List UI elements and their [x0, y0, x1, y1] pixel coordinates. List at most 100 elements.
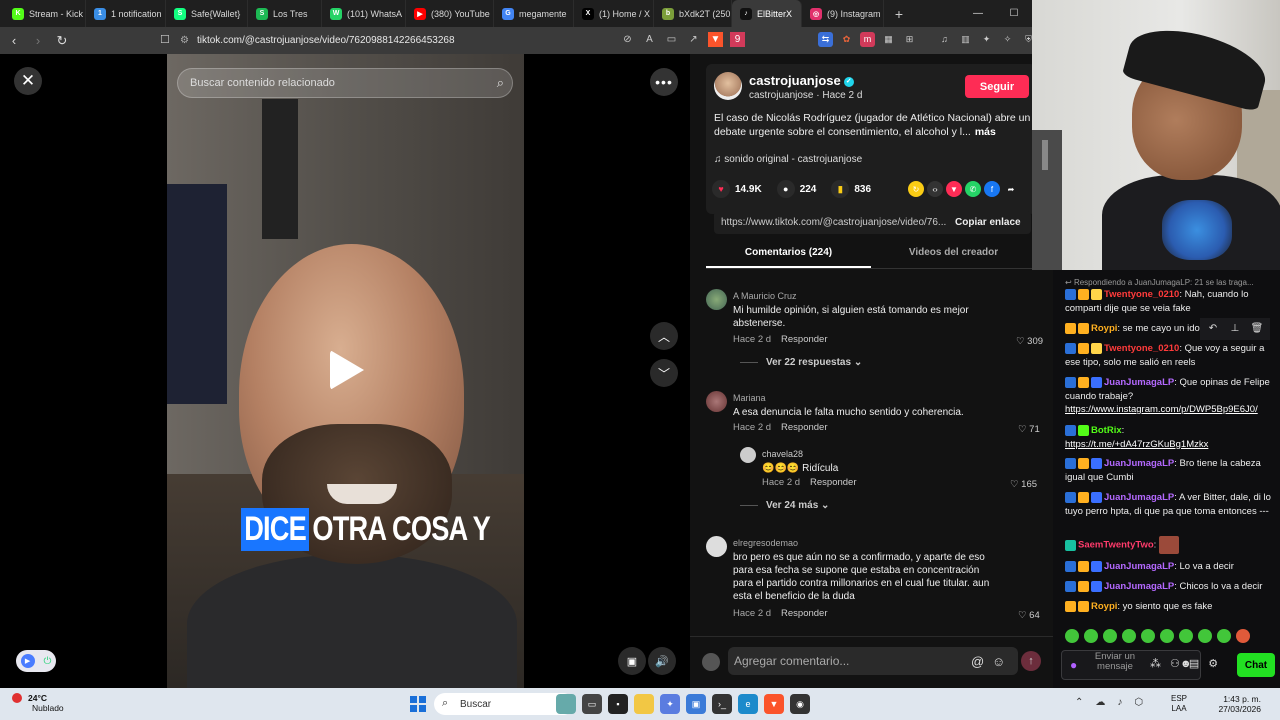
facebook-icon[interactable]: f: [984, 181, 1000, 197]
back-icon[interactable]: ‹: [4, 33, 24, 48]
tab-comments[interactable]: Comentarios (224): [706, 247, 871, 268]
more-link[interactable]: más: [975, 126, 996, 138]
emote-icon[interactable]: [1141, 629, 1155, 643]
browser-tab[interactable]: K Stream - Kick: [4, 0, 86, 27]
translate-icon[interactable]: A: [642, 32, 657, 47]
commenter-avatar[interactable]: [706, 391, 727, 412]
chat-link[interactable]: https://www.instagram.com/p/DWP5Bp9E6J0/: [1065, 404, 1258, 415]
commenter-name[interactable]: chavela28: [762, 449, 803, 459]
edge-icon[interactable]: e: [738, 694, 758, 714]
emote-icon[interactable]: [1065, 629, 1079, 643]
browser-tab[interactable]: S Los Tres: [248, 0, 322, 27]
no-tracking-icon[interactable]: ⊘: [620, 32, 635, 47]
commenter-name[interactable]: Mariana: [733, 393, 766, 403]
emote-icon[interactable]: [1084, 629, 1098, 643]
whatsapp-icon[interactable]: ✆: [965, 181, 981, 197]
console-icon[interactable]: ›_: [712, 694, 732, 714]
extension-icon[interactable]: ▦: [881, 32, 896, 47]
floating-app-toggle[interactable]: ▶ ⏻: [16, 650, 56, 672]
chat-username[interactable]: Roypi: [1091, 323, 1117, 334]
pin-icon[interactable]: ⊥: [1226, 320, 1244, 338]
previous-video-icon[interactable]: ︿: [650, 322, 678, 350]
comment-input[interactable]: Agregar comentario... @ ☺: [728, 647, 1018, 675]
chat-username[interactable]: Roypi: [1091, 601, 1117, 612]
brave-shield-icon[interactable]: ▼: [708, 32, 723, 47]
users-icon[interactable]: ⚇: [1170, 657, 1180, 670]
save-button[interactable]: ▮ 836: [831, 180, 871, 198]
tab-creator-videos[interactable]: Videos del creador: [871, 247, 1036, 268]
browser-tab[interactable]: ◎ (9) Instagram: [802, 0, 884, 27]
close-icon[interactable]: ✕: [14, 67, 42, 95]
brave-icon[interactable]: ▼: [764, 694, 784, 714]
extension-icon[interactable]: ♫: [937, 32, 952, 47]
next-video-icon[interactable]: ﹀: [650, 359, 678, 387]
new-tab-icon[interactable]: +: [888, 6, 910, 22]
chat-username[interactable]: JuanJumagaLP: [1104, 561, 1174, 572]
microphone-icon[interactable]: ●: [1070, 658, 1082, 672]
share-url[interactable]: https://www.tiktok.com/@castrojuanjose/v…: [714, 217, 949, 228]
share-icon[interactable]: ↗: [686, 32, 701, 47]
repost-icon[interactable]: ↻: [908, 181, 924, 197]
comment-button[interactable]: ● 224: [776, 180, 816, 198]
volume-icon[interactable]: 🔊: [648, 647, 676, 675]
reload-icon[interactable]: ↻: [52, 33, 72, 49]
tray-icon[interactable]: ⬡: [1134, 697, 1143, 708]
commenter-avatar[interactable]: [706, 289, 727, 310]
delete-icon[interactable]: 🗑: [1248, 320, 1266, 338]
copy-link-button[interactable]: Copiar enlace: [955, 217, 1021, 228]
site-info-icon[interactable]: ⚙: [180, 35, 189, 46]
comment-like[interactable]: ♡ 71: [1018, 424, 1040, 435]
commenter-name[interactable]: elregresodemao: [733, 538, 798, 548]
chat-username[interactable]: Twentyone_0210: [1104, 289, 1179, 300]
bookmark-icon[interactable]: ☐: [160, 33, 170, 46]
language-indicator[interactable]: ESP LAA: [1171, 694, 1187, 714]
chat-username[interactable]: JuanJumagaLP: [1104, 492, 1174, 503]
app-tray-icon[interactable]: ☁: [1095, 697, 1105, 708]
store-icon[interactable]: ▤: [1189, 657, 1199, 670]
store-icon[interactable]: ▣: [686, 694, 706, 714]
commenter-avatar[interactable]: [740, 447, 756, 463]
chat-username[interactable]: Twentyone_0210: [1104, 343, 1179, 354]
chat-username[interactable]: SaemTwentyTwo: [1078, 540, 1154, 551]
author-avatar[interactable]: [714, 72, 742, 100]
copilot-icon[interactable]: ✦: [660, 694, 680, 714]
points-icon[interactable]: ⁂: [1150, 657, 1161, 670]
play-icon[interactable]: [330, 350, 364, 390]
rewards-icon[interactable]: 9: [730, 32, 745, 47]
weather-app-icon[interactable]: [556, 694, 576, 714]
follow-button[interactable]: Seguir: [965, 75, 1029, 98]
obs-icon[interactable]: ◉: [790, 694, 810, 714]
search-icon[interactable]: ⌕: [497, 75, 504, 91]
chevron-up-icon[interactable]: ⌃: [1075, 697, 1083, 708]
chat-username[interactable]: JuanJumagaLP: [1104, 377, 1174, 388]
pip-icon[interactable]: ▣: [618, 647, 646, 675]
settings-icon[interactable]: ⚙: [1208, 657, 1218, 670]
embed-icon[interactable]: ‹›: [927, 181, 943, 197]
maximize-icon[interactable]: ☐: [996, 0, 1032, 27]
reply-button[interactable]: Responder: [781, 334, 827, 345]
sidebar-icon[interactable]: ▥: [958, 32, 973, 47]
extensions-puzzle-icon[interactable]: ✦: [979, 32, 994, 47]
share-arrow-icon[interactable]: ➦: [1003, 181, 1019, 197]
emote-icon[interactable]: [1236, 629, 1250, 643]
emote-icon[interactable]: [1160, 629, 1174, 643]
emote-icon[interactable]: [1217, 629, 1231, 643]
mic-tray-icon[interactable]: ♪: [1117, 697, 1122, 708]
browser-tab[interactable]: ▶ (380) YouTube: [406, 0, 494, 27]
reply-icon[interactable]: ↶: [1204, 320, 1222, 338]
taskbar-search[interactable]: ⌕ Buscar: [434, 693, 574, 715]
author-name[interactable]: castrojuanjose ✓: [749, 73, 854, 88]
sound-link[interactable]: ♫ sonido original - castrojuanjose: [714, 154, 862, 165]
terminal-icon[interactable]: ▪: [608, 694, 628, 714]
send-icon[interactable]: ▼: [946, 181, 962, 197]
comment-like[interactable]: ♡ 165: [1010, 479, 1037, 490]
weather-widget[interactable]: 24°C Nublado: [12, 693, 64, 713]
cast-icon[interactable]: ▭: [664, 32, 679, 47]
chat-username[interactable]: BotRix: [1091, 425, 1122, 436]
system-clock[interactable]: 1:43 p. m. 27/03/2026: [1211, 694, 1261, 714]
extension-icon[interactable]: ⊞: [902, 32, 917, 47]
browser-tab[interactable]: S Safe{Wallet}: [166, 0, 248, 27]
emote-icon[interactable]: [1198, 629, 1212, 643]
reply-button[interactable]: Responder: [810, 477, 856, 488]
browser-tab[interactable]: W (101) WhatsA: [322, 0, 406, 27]
